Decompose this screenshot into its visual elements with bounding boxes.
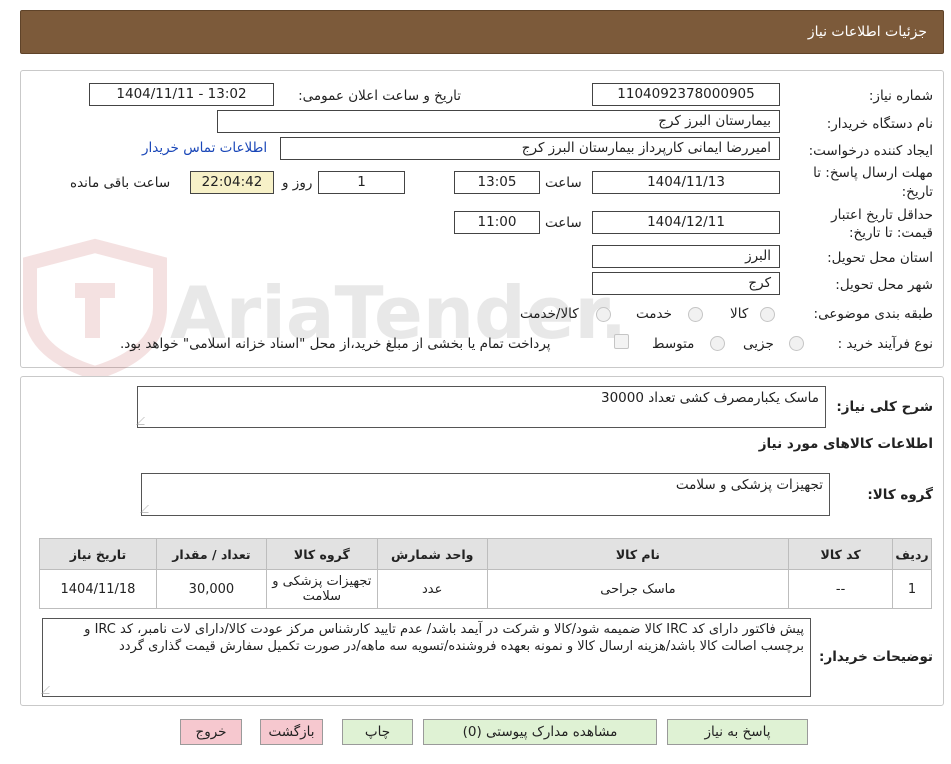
- announce-label: تاریخ و ساعت اعلان عمومی:: [298, 88, 461, 104]
- col-header-quantity: تعداد / مقدار: [155, 538, 267, 570]
- cell-item-code: --: [788, 569, 894, 609]
- treasury-note: پرداخت تمام یا بخشی از مبلغ خرید،از محل …: [120, 336, 551, 352]
- buyer-notes-text: پیش فاکتور دارای کد IRC کالا ضمیمه شود/ک…: [84, 622, 804, 654]
- creator-label: ایجاد کننده درخواست:: [808, 143, 933, 159]
- province-label: استان محل تحویل:: [827, 250, 933, 266]
- buyer-org-label: نام دستگاه خریدار:: [826, 116, 933, 132]
- validity-time-label: ساعت: [545, 215, 582, 231]
- summary-label: شرح کلی نیاز:: [836, 399, 933, 415]
- need-number-label: شماره نیاز:: [868, 88, 933, 104]
- buyer-notes-label: توضیحات خریدار:: [819, 649, 933, 665]
- need-number-field: 1104092378000905: [592, 83, 780, 106]
- city-label: شهر محل تحویل:: [835, 277, 933, 293]
- validity-date-field: 1404/12/11: [592, 211, 780, 234]
- deadline-date-field: 1404/11/13: [592, 171, 780, 194]
- purchase-type-label: نوع فرآیند خرید :: [837, 336, 933, 352]
- validity-time-field: 11:00: [454, 211, 540, 234]
- buyer-notes-textarea[interactable]: پیش فاکتور دارای کد IRC کالا ضمیمه شود/ک…: [41, 618, 811, 697]
- col-header-item-name: نام کالا: [486, 538, 790, 570]
- print-button[interactable]: چاپ: [342, 719, 413, 745]
- category-radio-service[interactable]: [688, 307, 703, 322]
- announce-field: 1404/11/11 - 13:02: [89, 83, 274, 106]
- remaining-time-field: 22:04:42: [190, 171, 274, 194]
- category-label: طبقه بندی موضوعی:: [813, 306, 933, 322]
- buyer-org-field: بیمارستان البرز کرج: [217, 110, 780, 133]
- category-option-service: خدمت: [636, 306, 672, 322]
- cell-row-number: 1: [892, 569, 932, 609]
- goods-group-label: گروه کالا:: [867, 487, 933, 503]
- col-header-group: گروه کالا: [265, 538, 378, 570]
- validity-label-2: قیمت: تا تاریخ:: [849, 225, 933, 241]
- reply-button[interactable]: پاسخ به نیاز: [667, 719, 808, 745]
- resize-grip-icon[interactable]: [140, 505, 156, 513]
- category-option-goods: کالا: [730, 306, 749, 322]
- exit-button[interactable]: خروج: [180, 719, 242, 745]
- city-field: کرج: [592, 272, 780, 295]
- deadline-label: مهلت ارسال پاسخ: تا: [813, 165, 933, 181]
- col-header-unit: واحد شمارش: [376, 538, 488, 570]
- table-header-row: ردیف کد کالا نام کالا واحد شمارش گروه کا…: [39, 538, 932, 570]
- contact-buyer-link[interactable]: اطلاعات تماس خریدار: [142, 140, 267, 156]
- cell-unit: عدد: [376, 569, 488, 609]
- purchase-option-medium: متوسط: [652, 336, 695, 352]
- treasury-checkbox[interactable]: [614, 334, 629, 349]
- purchase-radio-minor[interactable]: [789, 336, 804, 351]
- creator-field: امیررضا ایمانی کارپرداز بیمارستان البرز …: [280, 137, 780, 160]
- resize-grip-icon[interactable]: [136, 417, 152, 425]
- goods-group-textarea[interactable]: تجهیزات پزشکی و سلامت: [140, 473, 830, 516]
- cell-quantity: 30,000: [155, 569, 267, 609]
- category-radio-goods-service[interactable]: [596, 307, 611, 322]
- deadline-label-2: تاریخ:: [901, 184, 933, 200]
- goods-group-text: تجهیزات پزشکی و سلامت: [675, 477, 823, 493]
- purchase-radio-medium[interactable]: [710, 336, 725, 351]
- goods-section-title: اطلاعات کالاهای مورد نیاز: [758, 436, 933, 452]
- cell-need-date: 1404/11/18: [39, 569, 157, 609]
- table-row: 1 -- ماسک جراحی عدد تجهیزات پزشکی و سلام…: [39, 569, 932, 609]
- days-label: روز و: [282, 175, 313, 191]
- purchase-option-minor: جزیی: [743, 336, 774, 352]
- validity-label: حداقل تاریخ اعتبار: [831, 207, 933, 223]
- summary-text: ماسک یکبارمصرف کشی تعداد 30000: [601, 390, 819, 406]
- deadline-time-label: ساعت: [545, 175, 582, 191]
- col-header-need-date: تاریخ نیاز: [39, 538, 157, 570]
- page-header: جزئیات اطلاعات نیاز: [20, 10, 944, 54]
- col-header-item-code: کد کالا: [788, 538, 894, 570]
- items-table: ردیف کد کالا نام کالا واحد شمارش گروه کا…: [39, 538, 932, 609]
- cell-item-name: ماسک جراحی: [486, 569, 790, 609]
- page-title: جزئیات اطلاعات نیاز: [807, 24, 927, 40]
- remaining-label: ساعت باقی مانده: [70, 175, 171, 191]
- resize-grip-icon[interactable]: [41, 686, 57, 694]
- category-option-goods-service: کالا/خدمت: [520, 306, 579, 322]
- view-attachments-button[interactable]: مشاهده مدارک پیوستی (0): [423, 719, 657, 745]
- days-field: 1: [318, 171, 405, 194]
- col-header-row-number: ردیف: [892, 538, 932, 570]
- deadline-time-field: 13:05: [454, 171, 540, 194]
- province-field: البرز: [592, 245, 780, 268]
- summary-textarea[interactable]: ماسک یکبارمصرف کشی تعداد 30000: [136, 386, 826, 428]
- category-radio-goods[interactable]: [760, 307, 775, 322]
- cell-group: تجهیزات پزشکی و سلامت: [265, 569, 378, 609]
- back-button[interactable]: بازگشت: [260, 719, 323, 745]
